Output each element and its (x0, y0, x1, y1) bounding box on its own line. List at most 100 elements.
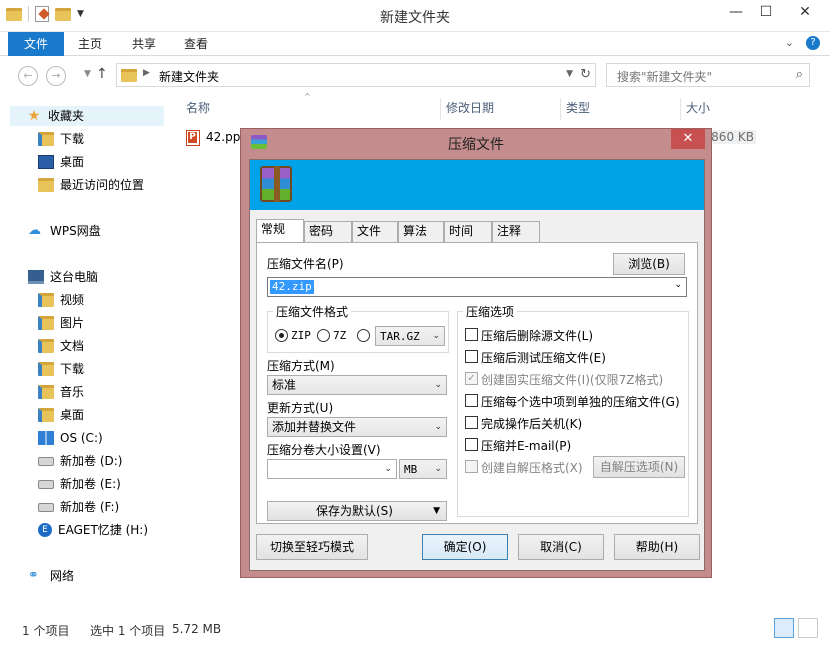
sidebar-item-pc-desktop[interactable]: 桌面 (38, 405, 84, 425)
sidebar-item-videos[interactable]: 视频 (38, 290, 84, 310)
search-input[interactable]: 搜索"新建文件夹" ⌕ (606, 63, 810, 87)
recent-places-icon (38, 177, 54, 192)
back-arrow-icon[interactable]: ← (18, 66, 38, 86)
tab-time[interactable]: 时间 (444, 221, 492, 242)
tab-file[interactable]: 文件 (8, 32, 64, 56)
update-select[interactable]: 添加并替换文件 ⌄ (267, 417, 447, 437)
column-divider[interactable] (560, 98, 561, 120)
delete-source-label[interactable]: 压缩后删除源文件(L) (481, 327, 593, 344)
large-icons-view-icon[interactable] (798, 618, 818, 638)
format-zip-radio[interactable] (275, 329, 288, 342)
search-icon[interactable]: ⌕ (796, 67, 803, 82)
sidebar-item-drive-c[interactable]: OS (C:) (38, 428, 103, 448)
selection-size: 5.72 MB (172, 622, 222, 636)
shutdown-label[interactable]: 完成操作后关机(K) (481, 415, 582, 432)
separate-archives-checkbox[interactable] (465, 394, 478, 407)
file-size: 860 KB (710, 130, 756, 144)
sidebar-item-label: 最近访问的位置 (60, 178, 145, 192)
address-bar[interactable]: ▶ 新建文件夹 ▼ ↻ (116, 63, 596, 87)
minimize-button[interactable]: — (722, 0, 750, 24)
sidebar-item-label: 网络 (50, 569, 75, 583)
format-zip-label[interactable]: ZIP (291, 329, 311, 342)
breadcrumb[interactable]: 新建文件夹 (159, 68, 219, 85)
column-divider[interactable] (440, 98, 441, 120)
recent-locations-icon[interactable]: ▼ (84, 69, 91, 79)
sidebar-item-drive-e[interactable]: 新加卷 (E:) (38, 474, 121, 494)
sfx-label: 创建自解压格式(X) (481, 461, 583, 475)
chevron-down-icon[interactable]: ⌄ (674, 280, 682, 290)
sidebar-item-music[interactable]: 音乐 (38, 382, 84, 402)
test-archive-checkbox[interactable] (465, 350, 478, 363)
format-other-select[interactable]: TAR.GZ ⌄ (375, 326, 445, 346)
format-targz-radio[interactable] (357, 329, 370, 342)
up-arrow-icon[interactable]: ↑ (96, 66, 108, 82)
tab-home[interactable]: 主页 (70, 32, 110, 56)
sidebar-item-label: OS (C:) (60, 431, 103, 445)
column-divider[interactable] (680, 98, 681, 120)
archive-name-value: 42.zip (270, 280, 314, 294)
delete-source-checkbox[interactable] (465, 328, 478, 341)
ok-button[interactable]: 确定(O) (422, 534, 508, 560)
tab-general[interactable]: 常规 (256, 219, 304, 242)
sidebar-item-documents[interactable]: 文档 (38, 336, 84, 356)
chevron-down-icon[interactable]: ▼ (433, 502, 440, 520)
sidebar-item-drive-d[interactable]: 新加卷 (D:) (38, 451, 122, 471)
column-header-size[interactable]: 大小 (686, 98, 710, 118)
tab-algorithm[interactable]: 算法 (398, 221, 444, 242)
sidebar-item-drive-f[interactable]: 新加卷 (F:) (38, 497, 119, 517)
breadcrumb-separator-icon[interactable]: ▶ (143, 68, 150, 78)
tab-files[interactable]: 文件 (352, 221, 398, 242)
format-7z-label[interactable]: 7Z (333, 329, 346, 342)
address-history-icon[interactable]: ▼ (566, 69, 573, 79)
save-default-button[interactable]: 保存为默认(S) ▼ (267, 501, 447, 521)
dialog-close-button[interactable]: ✕ (671, 129, 705, 149)
sidebar-item-drive-h[interactable]: E EAGET忆捷 (H:) (38, 520, 148, 540)
tab-password[interactable]: 密码 (304, 221, 352, 242)
format-7z-radio[interactable] (317, 329, 330, 342)
shutdown-checkbox[interactable] (465, 416, 478, 429)
drive-icon (38, 503, 54, 512)
cancel-button[interactable]: 取消(C) (518, 534, 604, 560)
browse-button[interactable]: 浏览(B) (613, 253, 685, 275)
separate-archives-label[interactable]: 压缩每个选中项到单独的压缩文件(G) (481, 393, 680, 410)
help-icon[interactable]: ? (806, 36, 820, 50)
tab-comment[interactable]: 注释 (492, 221, 540, 242)
expand-ribbon-icon[interactable]: ⌄ (785, 36, 794, 49)
music-folder-icon (38, 384, 54, 399)
refresh-icon[interactable]: ↻ (580, 67, 591, 82)
switch-mode-button[interactable]: 切换至轻巧模式 (256, 534, 368, 560)
computer-icon (28, 269, 44, 284)
test-archive-label[interactable]: 压缩后测试压缩文件(E) (481, 349, 606, 366)
tab-view[interactable]: 查看 (176, 32, 216, 56)
column-header-name[interactable]: 名称 (186, 98, 210, 118)
column-header-modified[interactable]: 修改日期 (446, 98, 494, 118)
split-unit-select[interactable]: MB ⌄ (399, 459, 447, 479)
sidebar-item-downloads[interactable]: 下载 (38, 129, 84, 149)
column-header-type[interactable]: 类型 (566, 98, 590, 118)
sidebar-item-desktop[interactable]: 桌面 (38, 152, 84, 172)
cloud-icon: ☁ (28, 222, 41, 238)
email-checkbox[interactable] (465, 438, 478, 451)
sidebar-item-network[interactable]: ⚭ 网络 (28, 566, 74, 586)
sidebar-item-this-pc[interactable]: 这台电脑 (28, 267, 98, 287)
maximize-button[interactable]: ☐ (752, 0, 780, 24)
tab-share[interactable]: 共享 (124, 32, 164, 56)
general-tab-panel: 压缩文件名(P) 浏览(B) 42.zip ⌄ 压缩文件格式 ZIP 7Z TA… (256, 242, 698, 524)
split-size-input[interactable]: ⌄ (267, 459, 397, 479)
close-button[interactable]: ✕ (784, 0, 826, 24)
email-label[interactable]: 压缩并E-mail(P) (481, 437, 571, 454)
sidebar-item-favorites[interactable]: ★ 收藏夹 (10, 106, 164, 126)
details-view-icon[interactable] (774, 618, 794, 638)
sidebar-item-pc-downloads[interactable]: 下载 (38, 359, 84, 379)
sidebar-item-wps-cloud[interactable]: ☁ WPS网盘 (28, 221, 101, 241)
sidebar-item-recent[interactable]: 最近访问的位置 (38, 175, 144, 195)
forward-arrow-icon[interactable]: → (46, 66, 66, 86)
help-button[interactable]: 帮助(H) (614, 534, 700, 560)
star-icon: ★ (27, 107, 41, 124)
sidebar-item-pictures[interactable]: 图片 (38, 313, 84, 333)
archive-name-label: 压缩文件名(P) (267, 257, 344, 271)
method-select[interactable]: 标准 ⌄ (267, 375, 447, 395)
split-label: 压缩分卷大小设置(V) (267, 443, 381, 457)
folder-icon (121, 69, 137, 82)
archive-name-input[interactable]: 42.zip ⌄ (267, 277, 687, 297)
